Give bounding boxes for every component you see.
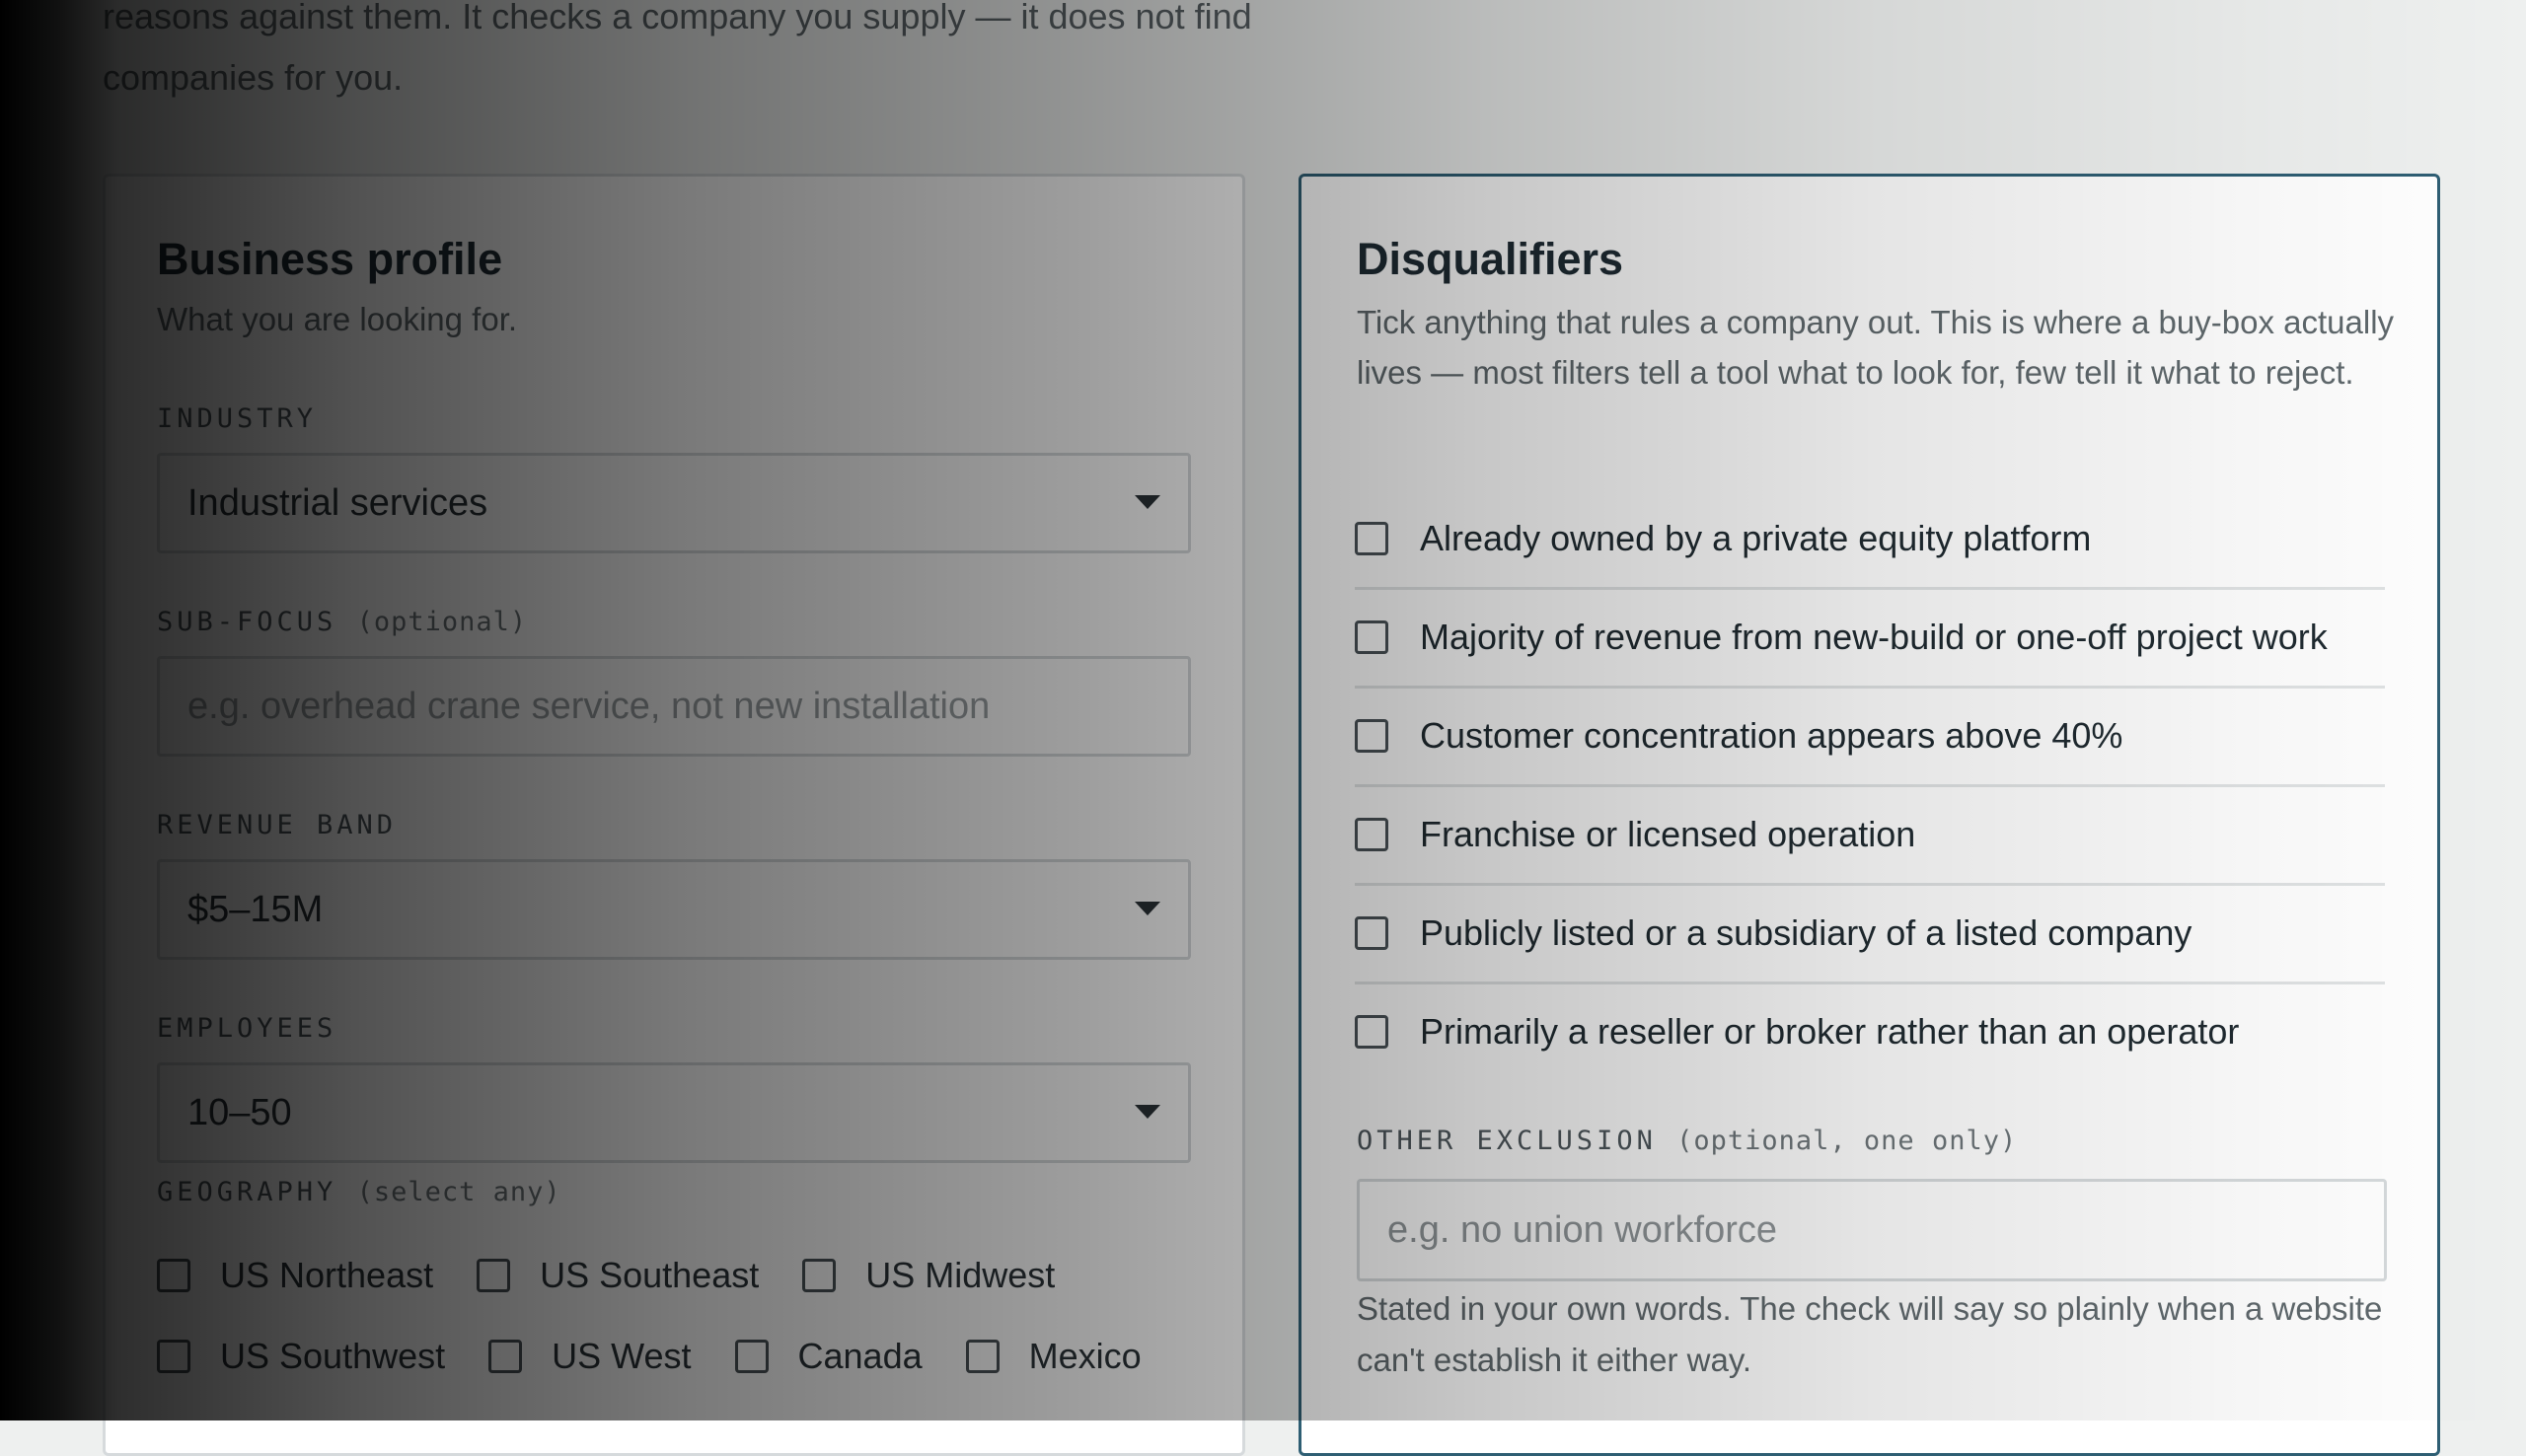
geography-option[interactable]: US Midwest <box>802 1255 1055 1296</box>
other-exclusion-note: Stated in your own words. The check will… <box>1357 1290 2383 1378</box>
revenue-band-label-text: REVENUE BAND <box>157 810 398 840</box>
checkbox[interactable] <box>965 1340 1000 1373</box>
disqualifier-label: Publicly listed or a subsidiary of a lis… <box>1420 912 2192 953</box>
disqualifier-label: Primarily a reseller or broker rather th… <box>1420 1011 2240 1052</box>
geography-option[interactable]: Mexico <box>965 1336 1142 1377</box>
sub-focus-input[interactable]: e.g. overhead crane service, not new ins… <box>157 656 1191 757</box>
sub-focus-label-text: SUB-FOCUS <box>157 607 337 637</box>
disqualifier-label: Customer concentration appears above 40% <box>1420 715 2123 756</box>
business-profile-card: Business profile What you are looking fo… <box>103 174 1245 1456</box>
checkbox[interactable] <box>1355 719 1388 753</box>
industry-label-text: INDUSTRY <box>157 403 318 434</box>
employees-select[interactable]: 10–50 <box>157 1062 1191 1163</box>
sub-focus-label: SUB-FOCUS (optional) <box>157 607 527 637</box>
disqualifiers-card: Disqualifiers Tick anything that rules a… <box>1299 174 2440 1456</box>
disqualifiers-description: Tick anything that rules a company out. … <box>1357 304 2395 391</box>
geography-option-label: US Northeast <box>220 1255 434 1295</box>
geography-option-label: US Southeast <box>540 1255 760 1295</box>
checkbox[interactable] <box>1355 522 1388 555</box>
disqualifier-item[interactable]: Majority of revenue from new-build or on… <box>1355 589 2385 689</box>
sub-focus-optional-hint: (optional) <box>356 607 528 637</box>
business-profile-title: Business profile <box>157 234 503 284</box>
intro-line-1: reasons against them. It checks a compan… <box>103 0 1252 36</box>
business-profile-subtitle: What you are looking for. <box>157 301 518 337</box>
sub-focus-placeholder: e.g. overhead crane service, not new ins… <box>187 686 991 727</box>
revenue-band-value: $5–15M <box>187 889 324 930</box>
intro-text: reasons against them. It checks a compan… <box>103 0 1484 109</box>
checkbox[interactable] <box>488 1340 523 1373</box>
checkbox[interactable] <box>1355 818 1388 851</box>
chevron-down-icon <box>1135 902 1160 915</box>
geography-option[interactable]: US West <box>488 1336 692 1377</box>
disqualifier-label: Majority of revenue from new-build or on… <box>1420 617 2328 657</box>
disqualifier-item[interactable]: Franchise or licensed operation <box>1355 786 2385 886</box>
geography-row-1: US Northeast US Southeast US Midwest <box>157 1246 1098 1305</box>
intro-line-2: companies for you. <box>103 57 404 98</box>
disqualifiers-title: Disqualifiers <box>1357 234 1624 284</box>
geography-option-label: US Midwest <box>865 1255 1056 1295</box>
employees-label-text: EMPLOYEES <box>157 1013 337 1044</box>
other-exclusion-hint: (optional, one only) <box>1676 1126 2018 1156</box>
geography-option-label: Mexico <box>1028 1336 1142 1376</box>
geography-option[interactable]: US Southwest <box>157 1336 445 1377</box>
checkbox[interactable] <box>157 1340 190 1373</box>
checkbox[interactable] <box>1355 916 1388 950</box>
geography-label: GEOGRAPHY (select any) <box>157 1177 561 1207</box>
page: reasons against them. It checks a compan… <box>0 0 2526 1456</box>
geography-option[interactable]: US Southeast <box>477 1255 759 1296</box>
employees-label: EMPLOYEES <box>157 1013 336 1044</box>
geography-option[interactable]: Canada <box>734 1336 923 1377</box>
revenue-band-select[interactable]: $5–15M <box>157 859 1191 960</box>
checkbox[interactable] <box>734 1340 769 1373</box>
geography-option[interactable]: US Northeast <box>157 1255 433 1296</box>
checkbox[interactable] <box>1355 620 1388 654</box>
other-exclusion-label-text: OTHER EXCLUSION <box>1357 1126 1657 1156</box>
checkbox[interactable] <box>157 1259 190 1292</box>
employees-value: 10–50 <box>187 1092 292 1133</box>
disqualifier-label: Already owned by a private equity platfo… <box>1420 518 2092 558</box>
industry-value: Industrial services <box>187 482 488 524</box>
geography-option-label: US Southwest <box>220 1336 446 1376</box>
disqualifier-label: Franchise or licensed operation <box>1420 814 1916 854</box>
industry-label: INDUSTRY <box>157 403 317 434</box>
geography-option-label: Canada <box>797 1336 923 1376</box>
checkbox[interactable] <box>477 1259 511 1292</box>
geography-row-2: US Southwest US West Canada Mexico <box>157 1327 1185 1386</box>
other-exclusion-label: OTHER EXCLUSION (optional, one only) <box>1357 1126 2017 1156</box>
revenue-band-label: REVENUE BAND <box>157 810 397 840</box>
checkbox[interactable] <box>802 1259 837 1292</box>
other-exclusion-field[interactable] <box>1357 1179 2387 1281</box>
disqualifier-item[interactable]: Customer concentration appears above 40% <box>1355 688 2385 787</box>
disqualifier-item[interactable]: Primarily a reseller or broker rather th… <box>1355 983 2385 1080</box>
chevron-down-icon <box>1135 1105 1160 1119</box>
geography-label-text: GEOGRAPHY <box>157 1177 337 1207</box>
other-exclusion-input[interactable] <box>1360 1182 2384 1278</box>
checkbox[interactable] <box>1355 1015 1388 1049</box>
disqualifier-item[interactable]: Already owned by a private equity platfo… <box>1355 490 2385 590</box>
chevron-down-icon <box>1135 495 1160 509</box>
geography-hint: (select any) <box>356 1177 561 1207</box>
industry-select[interactable]: Industrial services <box>157 453 1191 553</box>
disqualifier-item[interactable]: Publicly listed or a subsidiary of a lis… <box>1355 885 2385 984</box>
geography-option-label: US West <box>552 1336 692 1376</box>
